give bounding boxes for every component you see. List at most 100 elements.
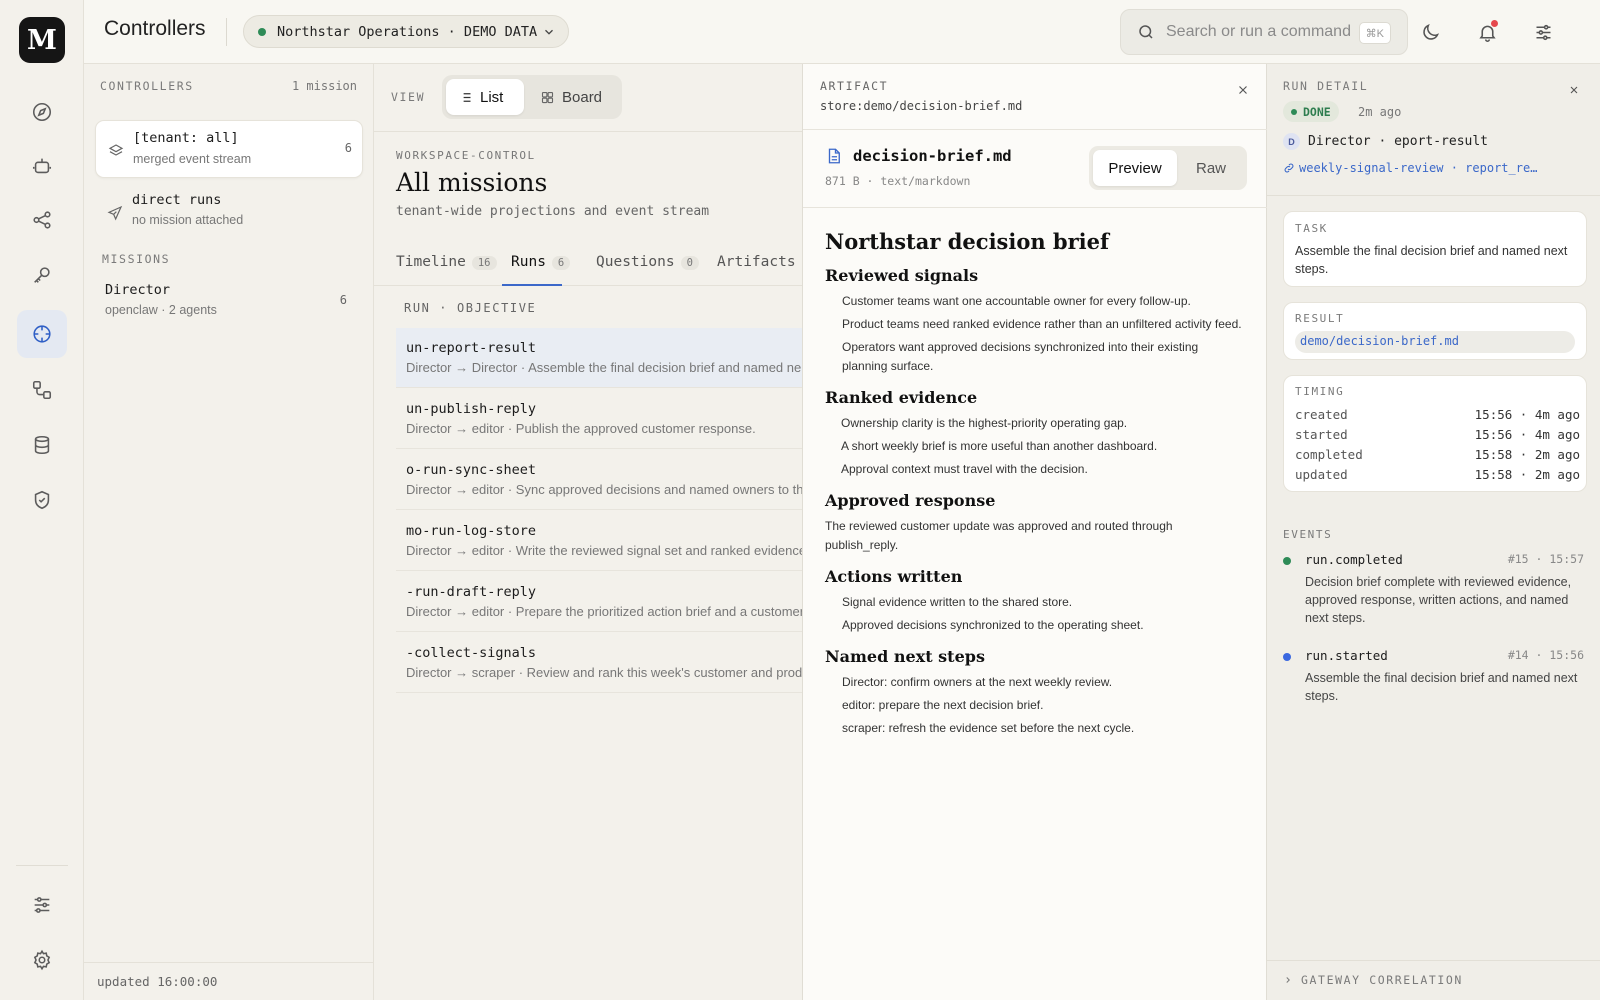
view-list-label: List (480, 88, 504, 106)
timing-list: created 15:56 · 4m ago started 15:56 · 4m … (1295, 407, 1580, 487)
run-row[interactable]: mo-run-log-store Director → editor · Wri… (396, 511, 802, 571)
doc-list-item: Operators want approved decisions synchr… (842, 340, 1199, 373)
timing-row: completed 15:58 · 2m ago (1295, 447, 1580, 467)
run-row[interactable]: -run-draft-reply Director → editor · Pre… (396, 572, 802, 632)
controller-item-tenant-all[interactable]: [tenant: all] merged event stream 6 (95, 120, 363, 178)
timing-row: updated 15:58 · 2m ago (1295, 467, 1580, 487)
top-header: Controllers Northstar Operations · DEMO … (84, 0, 1600, 64)
mission-subtitle: openclaw · 2 agents (105, 303, 217, 317)
view-list-button[interactable]: List (446, 79, 524, 115)
result-card: RESULT demo/decision-brief.md (1283, 302, 1587, 360)
doc-list: Signal evidence written to the shared st… (825, 593, 1245, 635)
doc-list-item: scraper: refresh the evidence set before… (842, 721, 1135, 735)
mission-count: 1 mission (291, 79, 357, 93)
event-item[interactable]: run.started #14 · 15:56 Assemble the fin… (1283, 648, 1593, 708)
bell-icon[interactable] (1472, 17, 1502, 47)
moon-icon[interactable] (1415, 17, 1445, 47)
controller-count: 6 (344, 141, 352, 155)
close-icon[interactable] (1568, 84, 1580, 96)
result-label: RESULT (1295, 312, 1345, 325)
controller-title: direct runs (132, 192, 222, 208)
view-label: VIEW (391, 90, 426, 104)
controller-item-direct-runs[interactable]: direct runs no mission attached (95, 186, 363, 240)
bot-icon[interactable] (17, 142, 67, 190)
tab-label: Questions (596, 254, 675, 270)
chevron-down-icon (542, 25, 556, 39)
timing-value: 15:56 · 4m ago (1474, 407, 1580, 422)
shield-check-icon[interactable] (17, 476, 67, 524)
controllers-panel: CONTROLLERS 1 mission [tenant: all] merg… (84, 64, 374, 1000)
tab-artifacts[interactable]: Artifacts (717, 254, 796, 270)
status-dot (1291, 108, 1297, 115)
doc-list-item: Ownership clarity is the highest-priorit… (841, 416, 1128, 430)
app-logo[interactable]: M (19, 17, 65, 63)
workflow-icon[interactable] (17, 366, 67, 414)
events-label: EVENTS (1283, 528, 1333, 541)
run-objective: Director → scraper · Review and rank thi… (406, 665, 802, 680)
run-detail-panel: RUN DETAIL DONE 2m ago D Director · epor… (1267, 64, 1600, 1000)
run-agent: Director · eport-result (1308, 134, 1489, 149)
run-row[interactable]: o-run-sync-sheet Director → editor · Syn… (396, 450, 802, 510)
run-name: mo-run-log-store (406, 523, 537, 539)
layers-icon (108, 143, 124, 159)
run-objective: Director → editor · Publish the approved… (406, 421, 756, 436)
sliders-icon[interactable] (17, 881, 67, 929)
file-icon (825, 146, 843, 166)
page-title: Controllers (104, 17, 206, 40)
event-text: Assemble the final decision brief and na… (1305, 671, 1578, 703)
timing-label: TIMING (1295, 385, 1345, 398)
result-link[interactable]: demo/decision-brief.md (1295, 331, 1575, 353)
status-age: 2m ago (1358, 105, 1402, 119)
run-row[interactable]: un-publish-reply Director → editor · Pub… (396, 389, 802, 449)
database-icon[interactable] (17, 421, 67, 469)
preview-button[interactable]: Preview (1093, 150, 1177, 186)
run-name: un-publish-reply (406, 401, 537, 417)
doc-section-heading: Ranked evidence (825, 388, 978, 407)
tab-runs[interactable]: Runs 6 (511, 254, 571, 270)
controller-title: [tenant: all] (133, 130, 239, 146)
event-item[interactable]: run.completed #15 · 15:57 Decision brief… (1283, 552, 1593, 632)
timing-value: 15:58 · 2m ago (1474, 447, 1580, 462)
share-icon[interactable] (17, 196, 67, 244)
timing-value: 15:58 · 2m ago (1474, 467, 1580, 482)
settings-sliders-icon[interactable] (1528, 17, 1558, 47)
crosshair-icon[interactable] (17, 310, 67, 358)
doc-paragraph: The reviewed customer update was approve… (825, 519, 1173, 552)
run-name: o-run-sync-sheet (406, 462, 537, 478)
view-board-button[interactable]: Board (528, 79, 620, 115)
close-icon[interactable] (1236, 83, 1250, 97)
run-objective: Director → editor · Prepare the prioriti… (406, 604, 802, 619)
timing-row: started 15:56 · 4m ago (1295, 427, 1580, 447)
command-search[interactable]: Search or run a command ⌘K (1120, 9, 1408, 55)
timing-value: 15:56 · 4m ago (1474, 427, 1580, 442)
run-row[interactable]: un-report-result Director → Director · A… (396, 328, 802, 388)
tab-timeline[interactable]: Timeline 16 (396, 254, 497, 270)
missions-panel: VIEW List Board WORKSPACE-CONTROL All mi… (374, 64, 802, 1000)
run-link[interactable]: weekly-signal-review · report_re… (1283, 161, 1537, 175)
gear-icon[interactable] (17, 936, 67, 984)
compass-icon[interactable] (17, 88, 67, 136)
run-detail-header: RUN DETAIL DONE 2m ago D Director · epor… (1267, 64, 1600, 196)
mission-item-director[interactable]: Director openclaw · 2 agents 6 (95, 276, 363, 320)
gateway-correlation-toggle[interactable]: GATEWAY CORRELATION (1267, 960, 1600, 1000)
key-icon[interactable] (17, 251, 67, 299)
tab-questions[interactable]: Questions 0 (596, 254, 699, 270)
tab-label: Artifacts (717, 254, 796, 270)
file-meta: 871 B · text/markdown (825, 174, 971, 188)
timing-key: started (1295, 427, 1348, 442)
doc-list: Ownership clarity is the highest-priorit… (825, 414, 1245, 479)
run-row[interactable]: -collect-signals Director → scraper · Re… (396, 633, 802, 693)
run-name: un-report-result (406, 340, 537, 356)
raw-button[interactable]: Raw (1179, 150, 1243, 186)
active-tab-indicator (502, 284, 562, 286)
controller-subtitle: no mission attached (132, 213, 244, 227)
workspace-title: All missions (396, 168, 548, 197)
mission-title: Director (105, 282, 171, 298)
view-board-label: Board (562, 88, 603, 106)
rail-divider (16, 865, 68, 866)
status-text: DONE (1303, 104, 1331, 119)
tenant-selector[interactable]: Northstar Operations · DEMO DATA (243, 15, 569, 48)
artifact-panel: ARTIFACT store:demo/decision-brief.md de… (802, 64, 1268, 1000)
mission-count: 6 (339, 293, 347, 307)
doc-list-item: Approved decisions synchronized to the o… (842, 618, 1144, 632)
